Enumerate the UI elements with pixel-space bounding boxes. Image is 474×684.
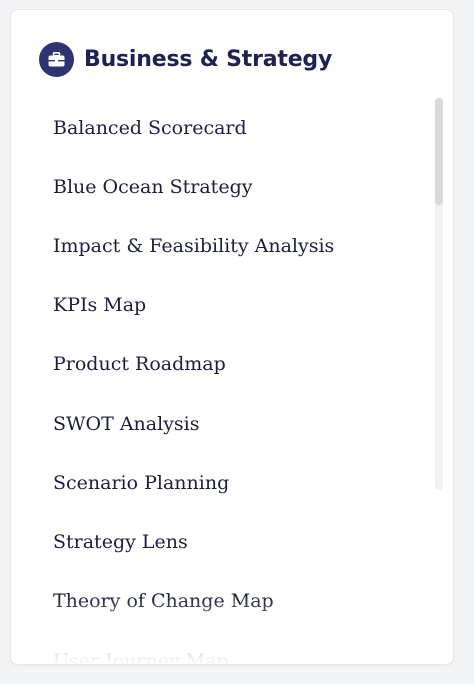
list-item-strategy-lens[interactable]: Strategy Lens [53, 512, 188, 571]
scrollbar-thumb[interactable] [435, 98, 443, 205]
list-item-kpis-map[interactable]: KPIs Map [53, 275, 146, 334]
list-item-balanced-scorecard[interactable]: Balanced Scorecard [53, 98, 247, 157]
category-title: Business & Strategy [84, 46, 333, 72]
list-item-product-roadmap[interactable]: Product Roadmap [53, 334, 226, 393]
list-item-swot-analysis[interactable]: SWOT Analysis [53, 394, 200, 453]
list-item-theory-of-change-map[interactable]: Theory of Change Map [53, 571, 274, 630]
list-item-scenario-planning[interactable]: Scenario Planning [53, 453, 229, 512]
category-list[interactable]: Balanced Scorecard Blue Ocean Strategy I… [11, 90, 431, 665]
list-item-user-journey-map[interactable]: User Journey Map [53, 631, 229, 665]
list-item-impact-feasibility-analysis[interactable]: Impact & Feasibility Analysis [53, 216, 334, 275]
category-header: Business & Strategy [39, 41, 332, 77]
briefcase-icon [39, 41, 74, 77]
list-item-blue-ocean-strategy[interactable]: Blue Ocean Strategy [53, 157, 252, 216]
scrollbar[interactable] [435, 98, 443, 490]
category-panel: Business & Strategy Balanced Scorecard B… [10, 9, 454, 665]
